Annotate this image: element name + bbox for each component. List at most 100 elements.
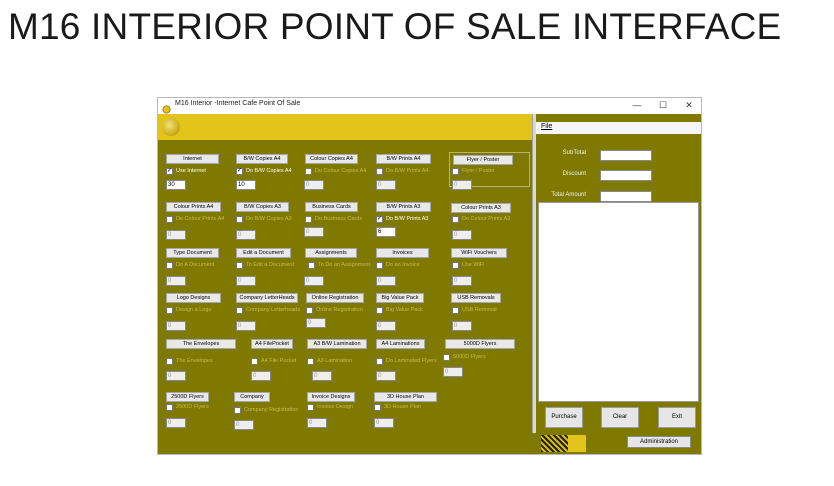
a4-filepocket-button[interactable]: A4 FilePocket bbox=[251, 339, 293, 349]
invoice-designs-quantity-input[interactable]: 0 bbox=[307, 418, 327, 428]
flyer-poster-button[interactable]: Flyer / Poster bbox=[453, 155, 513, 165]
logo-designs-checkbox[interactable] bbox=[166, 307, 173, 314]
b-w-prints-a4-button[interactable]: B/W Prints A4 bbox=[376, 154, 431, 164]
type-document-button[interactable]: Type Document bbox=[166, 248, 219, 258]
colour-prints-a4-button[interactable]: Colour Prints A4 bbox=[166, 202, 221, 212]
a4-filepocket-quantity-input[interactable]: 0 bbox=[251, 371, 271, 381]
b-w-prints-a3-button[interactable]: B/W Prints A3 bbox=[376, 202, 431, 212]
big-value-pack-button[interactable]: Big Value Pack bbox=[376, 293, 424, 303]
5000d-flyers-button[interactable]: 5000D Flyers bbox=[445, 339, 515, 349]
invoice-designs-checkbox[interactable] bbox=[307, 404, 314, 411]
invoices-checkbox[interactable] bbox=[376, 262, 383, 269]
receipt-area[interactable] bbox=[538, 202, 699, 402]
colour-copies-a4-quantity-input[interactable]: 0 bbox=[304, 180, 324, 190]
administration-button[interactable]: Administration bbox=[627, 436, 691, 448]
wifi-vouchers-checkbox[interactable] bbox=[452, 262, 459, 269]
assignments-button[interactable]: Assignments bbox=[305, 248, 357, 258]
b-w-copies-a4-quantity-input[interactable]: 10 bbox=[236, 180, 256, 190]
discount-field[interactable] bbox=[600, 170, 652, 181]
invoice-designs-button[interactable]: Invoice Designs bbox=[307, 392, 355, 402]
company-letterheads-button[interactable]: Company LetterHeads bbox=[236, 293, 298, 303]
big-value-pack-checkbox[interactable] bbox=[376, 307, 383, 314]
5000d-flyers-checkbox[interactable] bbox=[443, 354, 450, 361]
a3-b-w-lamination-quantity-input[interactable]: 0 bbox=[312, 371, 332, 381]
3d-house-plan-quantity-input[interactable]: 0 bbox=[374, 418, 394, 428]
online-registration-quantity-input[interactable]: 0 bbox=[306, 318, 326, 328]
2500d-flyers-button[interactable]: 2500D Flyers bbox=[166, 392, 209, 402]
3d-house-plan-button[interactable]: 3D House Plan bbox=[374, 392, 437, 402]
edit-a-document-quantity-input[interactable]: 0 bbox=[236, 276, 256, 286]
colour-prints-a3-checkbox[interactable] bbox=[452, 216, 459, 223]
a3-b-w-lamination-checkbox[interactable] bbox=[307, 358, 314, 365]
b-w-copies-a3-quantity-input[interactable]: 0 bbox=[236, 230, 256, 240]
business-cards-quantity-input[interactable]: 0 bbox=[304, 227, 324, 237]
total-amount-field[interactable] bbox=[600, 191, 652, 202]
assignments-quantity-input[interactable]: 0 bbox=[304, 276, 324, 286]
company-checkbox[interactable] bbox=[234, 407, 241, 414]
wifi-vouchers-quantity-input[interactable]: 0 bbox=[452, 276, 472, 286]
internet-button[interactable]: Internet bbox=[166, 154, 219, 164]
menu-file[interactable]: File bbox=[541, 123, 552, 130]
logo-designs-button[interactable]: Logo Designs bbox=[166, 293, 221, 303]
b-w-prints-a3-checkbox[interactable]: ✓ bbox=[376, 216, 383, 223]
colour-prints-a4-checkbox[interactable] bbox=[166, 216, 173, 223]
minimize-button[interactable]: — bbox=[626, 99, 648, 112]
b-w-prints-a4-quantity-input[interactable]: 0 bbox=[376, 180, 396, 190]
online-registration-checkbox[interactable] bbox=[306, 307, 313, 314]
2500d-flyers-quantity-input[interactable]: 0 bbox=[166, 418, 186, 428]
the-envelopes-quantity-input[interactable]: 0 bbox=[166, 371, 186, 381]
wifi-vouchers-button[interactable]: WiFi Vouchers bbox=[451, 248, 507, 258]
3d-house-plan-checkbox[interactable] bbox=[374, 404, 381, 411]
b-w-prints-a4-checkbox[interactable] bbox=[376, 168, 383, 175]
clear-button[interactable]: Clear bbox=[601, 407, 639, 428]
usb-removals-button[interactable]: USB Removals bbox=[451, 293, 501, 303]
a4-laminations-checkbox-label: Do Laminated Flyers bbox=[386, 358, 437, 364]
company-quantity-input[interactable]: 0 bbox=[234, 420, 254, 430]
internet-checkbox[interactable]: ✓ bbox=[166, 168, 173, 175]
colour-copies-a4-checkbox[interactable] bbox=[305, 168, 312, 175]
close-button[interactable]: ✕ bbox=[678, 99, 700, 112]
subtotal-field[interactable] bbox=[600, 150, 652, 161]
a4-filepocket-checkbox[interactable] bbox=[251, 358, 258, 365]
b-w-prints-a3-quantity-input[interactable]: 6 bbox=[376, 227, 396, 237]
flyer-poster-checkbox[interactable] bbox=[452, 168, 459, 175]
invoices-button[interactable]: Invoices bbox=[376, 248, 429, 258]
usb-removals-checkbox[interactable] bbox=[452, 307, 459, 314]
big-value-pack-quantity-input[interactable]: 0 bbox=[376, 321, 396, 331]
online-registration-button[interactable]: Online Registration bbox=[306, 293, 364, 303]
usb-removals-quantity-input[interactable]: 0 bbox=[452, 321, 472, 331]
edit-a-document-checkbox[interactable] bbox=[236, 262, 243, 269]
the-envelopes-checkbox[interactable] bbox=[166, 358, 173, 365]
b-w-copies-a3-button[interactable]: B/W Copies A3 bbox=[236, 202, 289, 212]
exit-button[interactable]: Exit bbox=[658, 407, 696, 428]
business-cards-button[interactable]: Business Cards bbox=[305, 202, 358, 212]
flyer-poster-quantity-input[interactable]: 0 bbox=[452, 180, 472, 190]
purchase-button[interactable]: Purchase bbox=[545, 407, 583, 428]
b-w-copies-a4-checkbox[interactable]: ✓ bbox=[236, 168, 243, 175]
colour-prints-a4-quantity-input[interactable]: 0 bbox=[166, 230, 186, 240]
edit-a-document-button[interactable]: Edit a Document bbox=[236, 248, 291, 258]
b-w-copies-a3-checkbox[interactable] bbox=[236, 216, 243, 223]
type-document-quantity-input[interactable]: 0 bbox=[166, 276, 186, 286]
colour-copies-a4-button[interactable]: Colour Copies A4 bbox=[305, 154, 358, 164]
b-w-copies-a4-button[interactable]: B/W Copies A4 bbox=[236, 154, 288, 164]
a4-laminations-checkbox[interactable] bbox=[376, 358, 383, 365]
business-cards-checkbox[interactable] bbox=[305, 216, 312, 223]
colour-prints-a3-button[interactable]: Colour Prints A3 bbox=[451, 203, 511, 213]
the-envelopes-button[interactable]: The Envelopes bbox=[166, 339, 236, 349]
assignments-checkbox[interactable] bbox=[308, 262, 315, 269]
type-document-checkbox[interactable] bbox=[166, 262, 173, 269]
invoices-quantity-input[interactable]: 0 bbox=[376, 276, 396, 286]
colour-prints-a3-quantity-input[interactable]: 0 bbox=[452, 230, 472, 240]
logo-designs-quantity-input[interactable]: 0 bbox=[166, 321, 186, 331]
company-button[interactable]: Company bbox=[234, 392, 270, 402]
a3-b-w-lamination-button[interactable]: A3 B/W Lamination bbox=[307, 339, 367, 349]
2500d-flyers-checkbox[interactable] bbox=[166, 404, 173, 411]
maximize-button[interactable]: ☐ bbox=[652, 99, 674, 112]
a4-laminations-quantity-input[interactable]: 0 bbox=[376, 371, 396, 381]
company-letterheads-checkbox[interactable] bbox=[236, 307, 243, 314]
a4-laminations-button[interactable]: A4 Laminations bbox=[376, 339, 425, 349]
internet-quantity-input[interactable]: 30 bbox=[166, 180, 186, 190]
company-letterheads-quantity-input[interactable]: 0 bbox=[236, 321, 256, 331]
5000d-flyers-quantity-input[interactable]: 0 bbox=[443, 367, 463, 377]
